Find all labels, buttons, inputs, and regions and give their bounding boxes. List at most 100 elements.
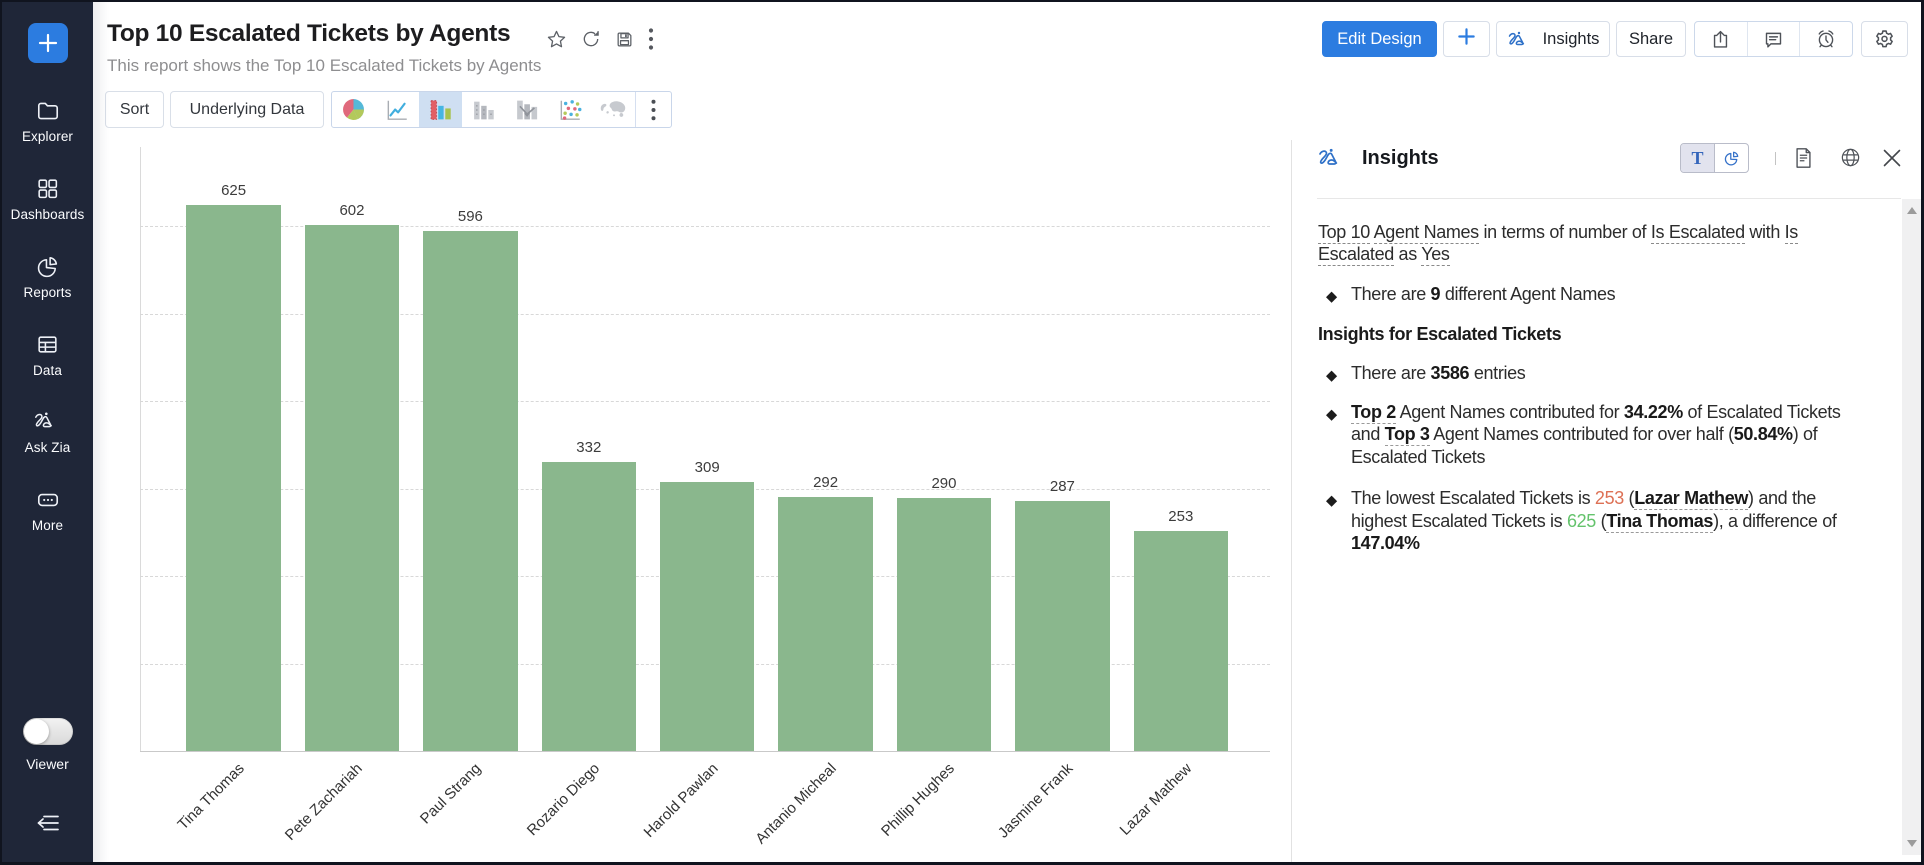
sidebar-item-label: More <box>2 518 93 533</box>
folder-icon <box>2 98 93 124</box>
bar-value-label: 292 <box>778 474 873 491</box>
sidebar-item-more[interactable]: More <box>2 487 93 557</box>
category-label: Pete Zachariah <box>282 760 366 844</box>
plus-icon <box>1456 26 1477 52</box>
bar-jasmine-frank[interactable] <box>1015 501 1110 752</box>
diamond-bullet-icon: ◆ <box>1326 490 1337 512</box>
insights-button[interactable]: Insights <box>1496 21 1610 57</box>
insights-panel-border <box>1291 140 1292 862</box>
close-icon[interactable] <box>1882 148 1902 173</box>
category-label: Phillip Hughes <box>878 760 958 840</box>
bar-value-label: 253 <box>1134 508 1229 525</box>
scroll-down-icon[interactable] <box>1907 840 1917 847</box>
chart-type-scatter-icon[interactable] <box>549 92 592 127</box>
category-label: Paul Strang <box>417 760 484 827</box>
insights-bullet-item: ◆There are 9 different Agent Names <box>1318 283 1896 305</box>
viewer-toggle[interactable] <box>23 718 73 745</box>
create-new-button[interactable] <box>28 23 68 63</box>
sidebar-item-ask-zia[interactable]: Ask Zia <box>2 409 93 479</box>
export-button[interactable] <box>1695 22 1747 56</box>
chart-type-map-icon[interactable] <box>592 92 635 127</box>
viewer-toggle-label: Viewer <box>2 756 93 772</box>
bar-antanio-micheal[interactable] <box>778 497 873 753</box>
bar-value-label: 309 <box>660 459 755 476</box>
y-axis-line <box>140 147 141 752</box>
bar-lazar-mathew[interactable] <box>1134 531 1229 752</box>
settings-button[interactable] <box>1861 21 1908 57</box>
chart-view-icon[interactable] <box>1714 144 1748 172</box>
insights-panel-title: Insights <box>1362 147 1439 170</box>
refresh-icon[interactable] <box>581 29 601 49</box>
collapse-sidebar-icon[interactable] <box>35 812 62 839</box>
star-icon[interactable] <box>546 29 567 50</box>
sidebar-item-dashboards[interactable]: Dashboards <box>2 176 93 246</box>
chart-type-more-icon[interactable] <box>636 92 671 127</box>
sidebar-item-label: Explorer <box>2 129 93 144</box>
zia-icon <box>2 409 93 435</box>
content-left-shadow <box>93 2 109 862</box>
save-icon[interactable] <box>615 30 634 49</box>
bar-value-label: 602 <box>305 202 400 219</box>
dashboards-grid-icon <box>2 176 93 202</box>
insights-button-label: Insights <box>1543 30 1600 49</box>
text-view-icon[interactable]: T <box>1681 144 1714 172</box>
page-title: Top 10 Escalated Tickets by Agents <box>107 20 510 48</box>
bar-rozario-diego[interactable] <box>542 462 637 753</box>
bar-chart: 625602596332309292290287253 Tina ThomasP… <box>140 147 1270 752</box>
chart-type-line-icon[interactable] <box>375 92 418 127</box>
bar-harold-pawlan[interactable] <box>660 482 755 752</box>
insights-view-toggle: T <box>1680 143 1749 173</box>
diamond-bullet-icon: ◆ <box>1326 365 1337 387</box>
category-label: Lazar Mathew <box>1116 760 1195 839</box>
toggle-knob <box>24 719 49 744</box>
category-label: Jasmine Frank <box>995 760 1077 842</box>
category-label: Rozario Diego <box>524 760 603 839</box>
bar-value-label: 287 <box>1015 478 1110 495</box>
underlying-data-button[interactable]: Underlying Data <box>170 91 324 128</box>
insights-summary-paragraph: Top 10 Agent Names in terms of number of… <box>1318 221 1896 266</box>
chart-type-bar-gray-icon[interactable] <box>462 92 505 127</box>
zia-icon <box>1317 146 1349 170</box>
chart-type-pie-icon[interactable] <box>332 92 375 127</box>
ellipsis-box-icon <box>2 487 93 513</box>
chart-type-bar-icon[interactable] <box>419 92 462 127</box>
x-axis-line <box>140 751 1270 752</box>
insights-bullet-item: ◆The lowest Escalated Tickets is 253 (La… <box>1318 487 1896 554</box>
sidebar-item-explorer[interactable]: Explorer <box>2 98 93 168</box>
sidebar-item-label: Reports <box>2 285 93 300</box>
add-button[interactable] <box>1443 21 1490 57</box>
bar-phillip-hughes[interactable] <box>897 498 992 752</box>
bar-value-label: 625 <box>186 182 281 199</box>
diamond-bullet-icon: ◆ <box>1326 286 1337 308</box>
sidebar-item-data[interactable]: Data <box>2 332 93 402</box>
share-button[interactable]: Share <box>1616 21 1686 57</box>
insights-scrollbar[interactable] <box>1902 199 1921 855</box>
edit-design-button[interactable]: Edit Design <box>1322 21 1437 57</box>
header-icon-group <box>1694 21 1853 57</box>
underlying-data-label: Underlying Data <box>190 101 305 119</box>
bar-paul-strang[interactable] <box>423 231 518 753</box>
sidebar-item-label: Data <box>2 363 93 378</box>
bar-value-label: 332 <box>542 439 637 456</box>
sidebar-item-label: Ask Zia <box>2 440 93 455</box>
bar-pete-zachariah[interactable] <box>305 225 400 752</box>
category-label: Antanio Micheal <box>752 760 839 847</box>
sidebar: Explorer Dashboards Reports Data Ask Zia… <box>2 2 93 862</box>
zia-icon <box>1507 29 1534 50</box>
chart-type-bar-drill-icon[interactable] <box>505 92 548 127</box>
alarm-button[interactable] <box>1799 22 1852 56</box>
kebab-icon[interactable] <box>648 27 654 51</box>
insights-text: Top 10 Agent Names in terms of number of… <box>1318 198 1896 554</box>
plus-icon <box>37 32 59 54</box>
diamond-bullet-icon: ◆ <box>1326 404 1337 426</box>
sidebar-item-reports[interactable]: Reports <box>2 254 93 324</box>
document-icon[interactable] <box>1794 147 1813 174</box>
settings-gear-icon <box>1873 28 1896 51</box>
bar-tina-thomas[interactable] <box>186 205 281 752</box>
globe-icon[interactable] <box>1840 147 1861 173</box>
category-label: Tina Thomas <box>174 760 247 833</box>
scroll-up-icon[interactable] <box>1907 207 1917 214</box>
comment-button[interactable] <box>1747 22 1800 56</box>
category-label: Harold Pawlan <box>640 760 721 841</box>
sort-button[interactable]: Sort <box>105 91 164 128</box>
